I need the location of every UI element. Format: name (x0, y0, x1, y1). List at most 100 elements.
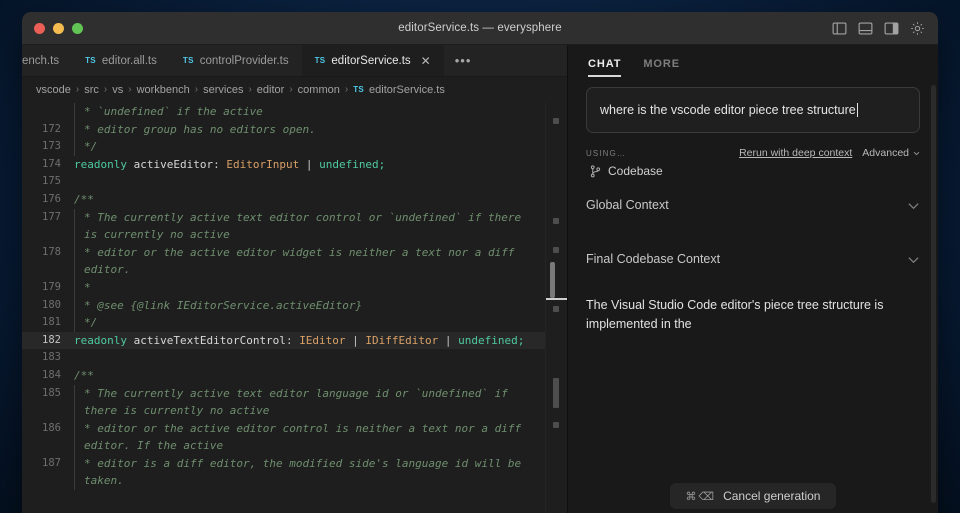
code-token: : (286, 334, 299, 347)
editor-tab-editorService-ts[interactable]: TSeditorService.ts✕ (302, 45, 444, 76)
context-section-title: Global Context (586, 198, 669, 212)
line-number: 178 (22, 244, 74, 262)
chat-scrollbar[interactable] (931, 85, 936, 503)
code-line-text: * The currently active text editor contr… (74, 209, 545, 244)
code-line[interactable]: 185 * The currently active text editor la… (22, 385, 545, 420)
code-line[interactable]: 172* editor group has no editors open. (22, 121, 545, 139)
code-token: */ (84, 140, 97, 153)
code-line[interactable]: 187* editor is a diff editor, the modifi… (22, 455, 545, 490)
minimap[interactable] (545, 102, 567, 513)
code-token: readonly (74, 158, 134, 171)
close-window-button[interactable] (34, 23, 45, 34)
breadcrumb-item-common[interactable]: common (298, 84, 340, 96)
breadcrumb-separator: › (289, 84, 292, 95)
code-token: * editor group has no editors open. (84, 123, 316, 136)
code-line[interactable]: 173 */ (22, 138, 545, 156)
maximize-window-button[interactable] (72, 23, 83, 34)
minimize-window-button[interactable] (53, 23, 64, 34)
code-line[interactable]: 174readonly activeEditor: EditorInput | … (22, 156, 545, 174)
using-row: USING… Rerun with deep context Advanced (586, 147, 920, 159)
chevron-down-icon[interactable] (907, 253, 920, 266)
context-section-global-context[interactable]: Global Context (586, 178, 920, 232)
code-token: */ (84, 316, 97, 329)
code-line[interactable]: 184/** (22, 367, 545, 385)
breadcrumb-item-workbench[interactable]: workbench (137, 84, 190, 96)
code-line[interactable]: 178* editor or the active editor widget … (22, 244, 545, 279)
breadcrumb-item-src[interactable]: src (84, 84, 99, 96)
command-key-icon: ⌘ (686, 490, 697, 503)
chevron-down-icon[interactable] (907, 199, 920, 212)
editor-tab-label: editor.all.ts (102, 55, 157, 67)
toggle-panel-icon[interactable] (858, 21, 873, 36)
breadcrumb-separator: › (195, 84, 198, 95)
chat-tab-more[interactable]: MORE (643, 58, 680, 77)
code-token: /** (74, 369, 94, 382)
code-line[interactable]: 177* The currently active text editor co… (22, 209, 545, 244)
code-line[interactable]: 182readonly activeTextEditorControl: IEd… (22, 332, 545, 350)
line-number: 180 (22, 297, 74, 315)
editor-actions-more-icon[interactable]: ••• (444, 45, 483, 76)
code-editor[interactable]: * `undefined` if the active172* editor g… (22, 102, 567, 513)
context-section-final-codebase-context[interactable]: Final Codebase Context (586, 232, 920, 286)
code-token (74, 351, 81, 364)
line-number: 179 (22, 279, 74, 297)
minimap-handle[interactable] (546, 298, 567, 300)
advanced-dropdown[interactable]: Advanced (862, 147, 920, 159)
code-line-text (74, 173, 545, 191)
line-number: 181 (22, 314, 74, 332)
breadcrumb-item-services[interactable]: services (203, 84, 243, 96)
code-line[interactable]: 181 */ (22, 314, 545, 332)
code-line[interactable]: 179* (22, 279, 545, 297)
toggle-primary-sidebar-icon[interactable] (832, 21, 847, 36)
code-token: IEditor (299, 334, 345, 347)
codebase-chip-label: Codebase (608, 164, 663, 178)
minimap-slider[interactable] (550, 262, 555, 298)
cancel-generation-bar: ⌘ ⌫ Cancel generation (568, 479, 938, 513)
editor-tab-controlProvider-ts[interactable]: TScontrolProvider.ts (170, 45, 302, 76)
line-number: 173 (22, 138, 74, 156)
editor-tab-ench-ts[interactable]: ench.ts (22, 45, 72, 76)
typescript-file-icon: TS (353, 85, 364, 94)
assistant-answer: The Visual Studio Code editor's piece tr… (586, 296, 916, 334)
line-number: 176 (22, 191, 74, 209)
breadcrumb-item-vs[interactable]: vs (112, 84, 123, 96)
code-token: * The currently active text editor langu… (84, 387, 514, 418)
breadcrumb-item-file[interactable]: editorService.ts (369, 84, 445, 96)
chat-input[interactable]: where is the vscode editor piece tree st… (586, 87, 920, 133)
editor-tab-label: ench.ts (22, 55, 59, 67)
line-number: 185 (22, 385, 74, 403)
code-line[interactable]: 186* editor or the active editor control… (22, 420, 545, 455)
settings-gear-icon[interactable] (910, 21, 925, 36)
app-window: editorService.ts — everysphere (22, 12, 938, 513)
breadcrumb-separator: › (248, 84, 251, 95)
codebase-context-chip[interactable]: Codebase (590, 164, 920, 178)
code-line[interactable]: 175 (22, 173, 545, 191)
code-line[interactable]: 183 (22, 349, 545, 367)
breadcrumb-item-vscode[interactable]: vscode (36, 84, 71, 96)
chevron-down-icon (913, 150, 920, 157)
chat-tab-chat[interactable]: CHAT (588, 58, 621, 77)
chat-tab-bar: CHAT MORE (568, 51, 938, 83)
typescript-file-icon: TS (315, 56, 326, 65)
code-token: IDiffEditor (365, 334, 438, 347)
code-line[interactable]: * `undefined` if the active (22, 103, 545, 121)
breadcrumb-item-editor[interactable]: editor (257, 84, 285, 96)
code-token: * editor or the active editor control is… (84, 422, 528, 453)
code-line[interactable]: 176/** (22, 191, 545, 209)
context-sections: Global Context Final Codebase Context (568, 178, 938, 286)
code-line-text: * editor group has no editors open. (74, 121, 545, 139)
close-tab-icon[interactable]: ✕ (421, 55, 431, 67)
line-number: 175 (22, 173, 74, 191)
breadcrumb-separator: › (345, 84, 348, 95)
window-controls (22, 23, 83, 34)
code-line-text: * `undefined` if the active (74, 103, 545, 121)
window-title: editorService.ts — everysphere (22, 22, 938, 34)
code-line[interactable]: 180* @see {@link IEditorService.activeEd… (22, 297, 545, 315)
line-number: 187 (22, 455, 74, 473)
toggle-secondary-sidebar-icon[interactable] (884, 21, 899, 36)
rerun-with-deep-context-link[interactable]: Rerun with deep context (739, 147, 852, 159)
cancel-generation-button[interactable]: ⌘ ⌫ Cancel generation (670, 483, 837, 509)
editor-tab-editor-all-ts[interactable]: TSeditor.all.ts (72, 45, 170, 76)
code-token: undefined; (458, 334, 524, 347)
line-number: 177 (22, 209, 74, 227)
